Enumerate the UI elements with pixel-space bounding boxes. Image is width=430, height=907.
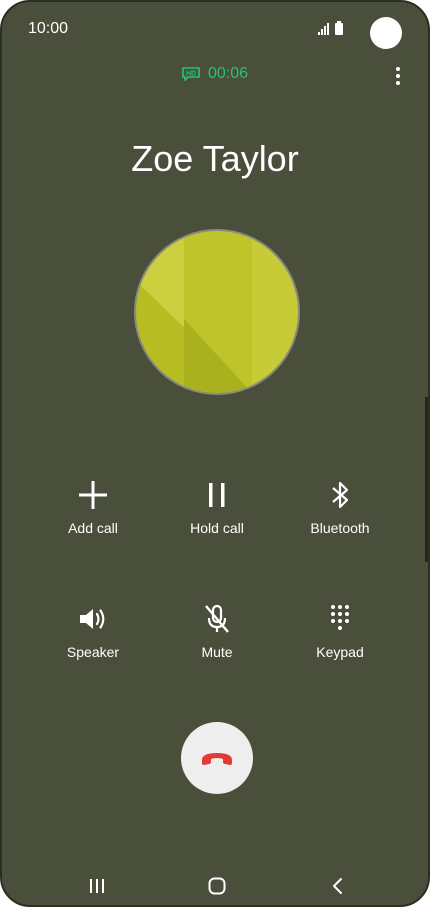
add-icon xyxy=(79,481,107,509)
add-call-button[interactable]: Add call xyxy=(33,478,153,536)
speaker-button[interactable]: Speaker xyxy=(33,602,153,660)
bluetooth-label: Bluetooth xyxy=(310,520,370,536)
more-options-button[interactable] xyxy=(388,64,408,88)
bluetooth-icon xyxy=(332,481,349,509)
keypad-label: Keypad xyxy=(316,644,364,660)
hold-call-label: Hold call xyxy=(190,520,244,536)
svg-text:HD: HD xyxy=(186,70,196,77)
battery-icon xyxy=(335,21,343,35)
add-call-label: Add call xyxy=(68,520,118,536)
status-time: 10:00 xyxy=(28,20,69,37)
recent-apps-icon xyxy=(90,879,104,893)
front-camera xyxy=(370,17,402,49)
home-icon xyxy=(208,877,226,895)
more-options-icon xyxy=(396,67,400,71)
status-bar: 10:00 xyxy=(2,2,428,58)
hd-voice-icon: HD xyxy=(182,67,200,81)
in-call-screen: 10:00 HD 00:06 Zoe Taylor Add call Hold … xyxy=(0,0,430,907)
contact-avatar xyxy=(134,229,300,395)
pause-icon xyxy=(209,483,225,507)
call-timer: HD 00:06 xyxy=(2,65,428,83)
keypad-icon xyxy=(331,605,349,630)
hold-call-button[interactable]: Hold call xyxy=(157,478,277,536)
contact-name: Zoe Taylor xyxy=(131,138,299,179)
signal-icon xyxy=(318,23,329,35)
back-button[interactable] xyxy=(325,873,351,899)
recent-apps-button[interactable] xyxy=(84,873,110,899)
call-duration: 00:06 xyxy=(207,65,249,82)
side-button xyxy=(425,397,428,562)
mute-button[interactable]: Mute xyxy=(157,602,277,660)
bluetooth-button[interactable]: Bluetooth xyxy=(280,478,400,536)
home-button[interactable] xyxy=(204,873,230,899)
mute-microphone-icon xyxy=(205,604,229,633)
speaker-icon xyxy=(80,609,105,629)
mute-label: Mute xyxy=(201,644,233,660)
speaker-label: Speaker xyxy=(66,644,120,660)
navigation-bar xyxy=(2,867,428,903)
end-call-button[interactable] xyxy=(181,722,253,794)
end-call-icon xyxy=(202,753,232,765)
keypad-button[interactable]: Keypad xyxy=(280,602,400,660)
back-icon xyxy=(333,878,342,894)
